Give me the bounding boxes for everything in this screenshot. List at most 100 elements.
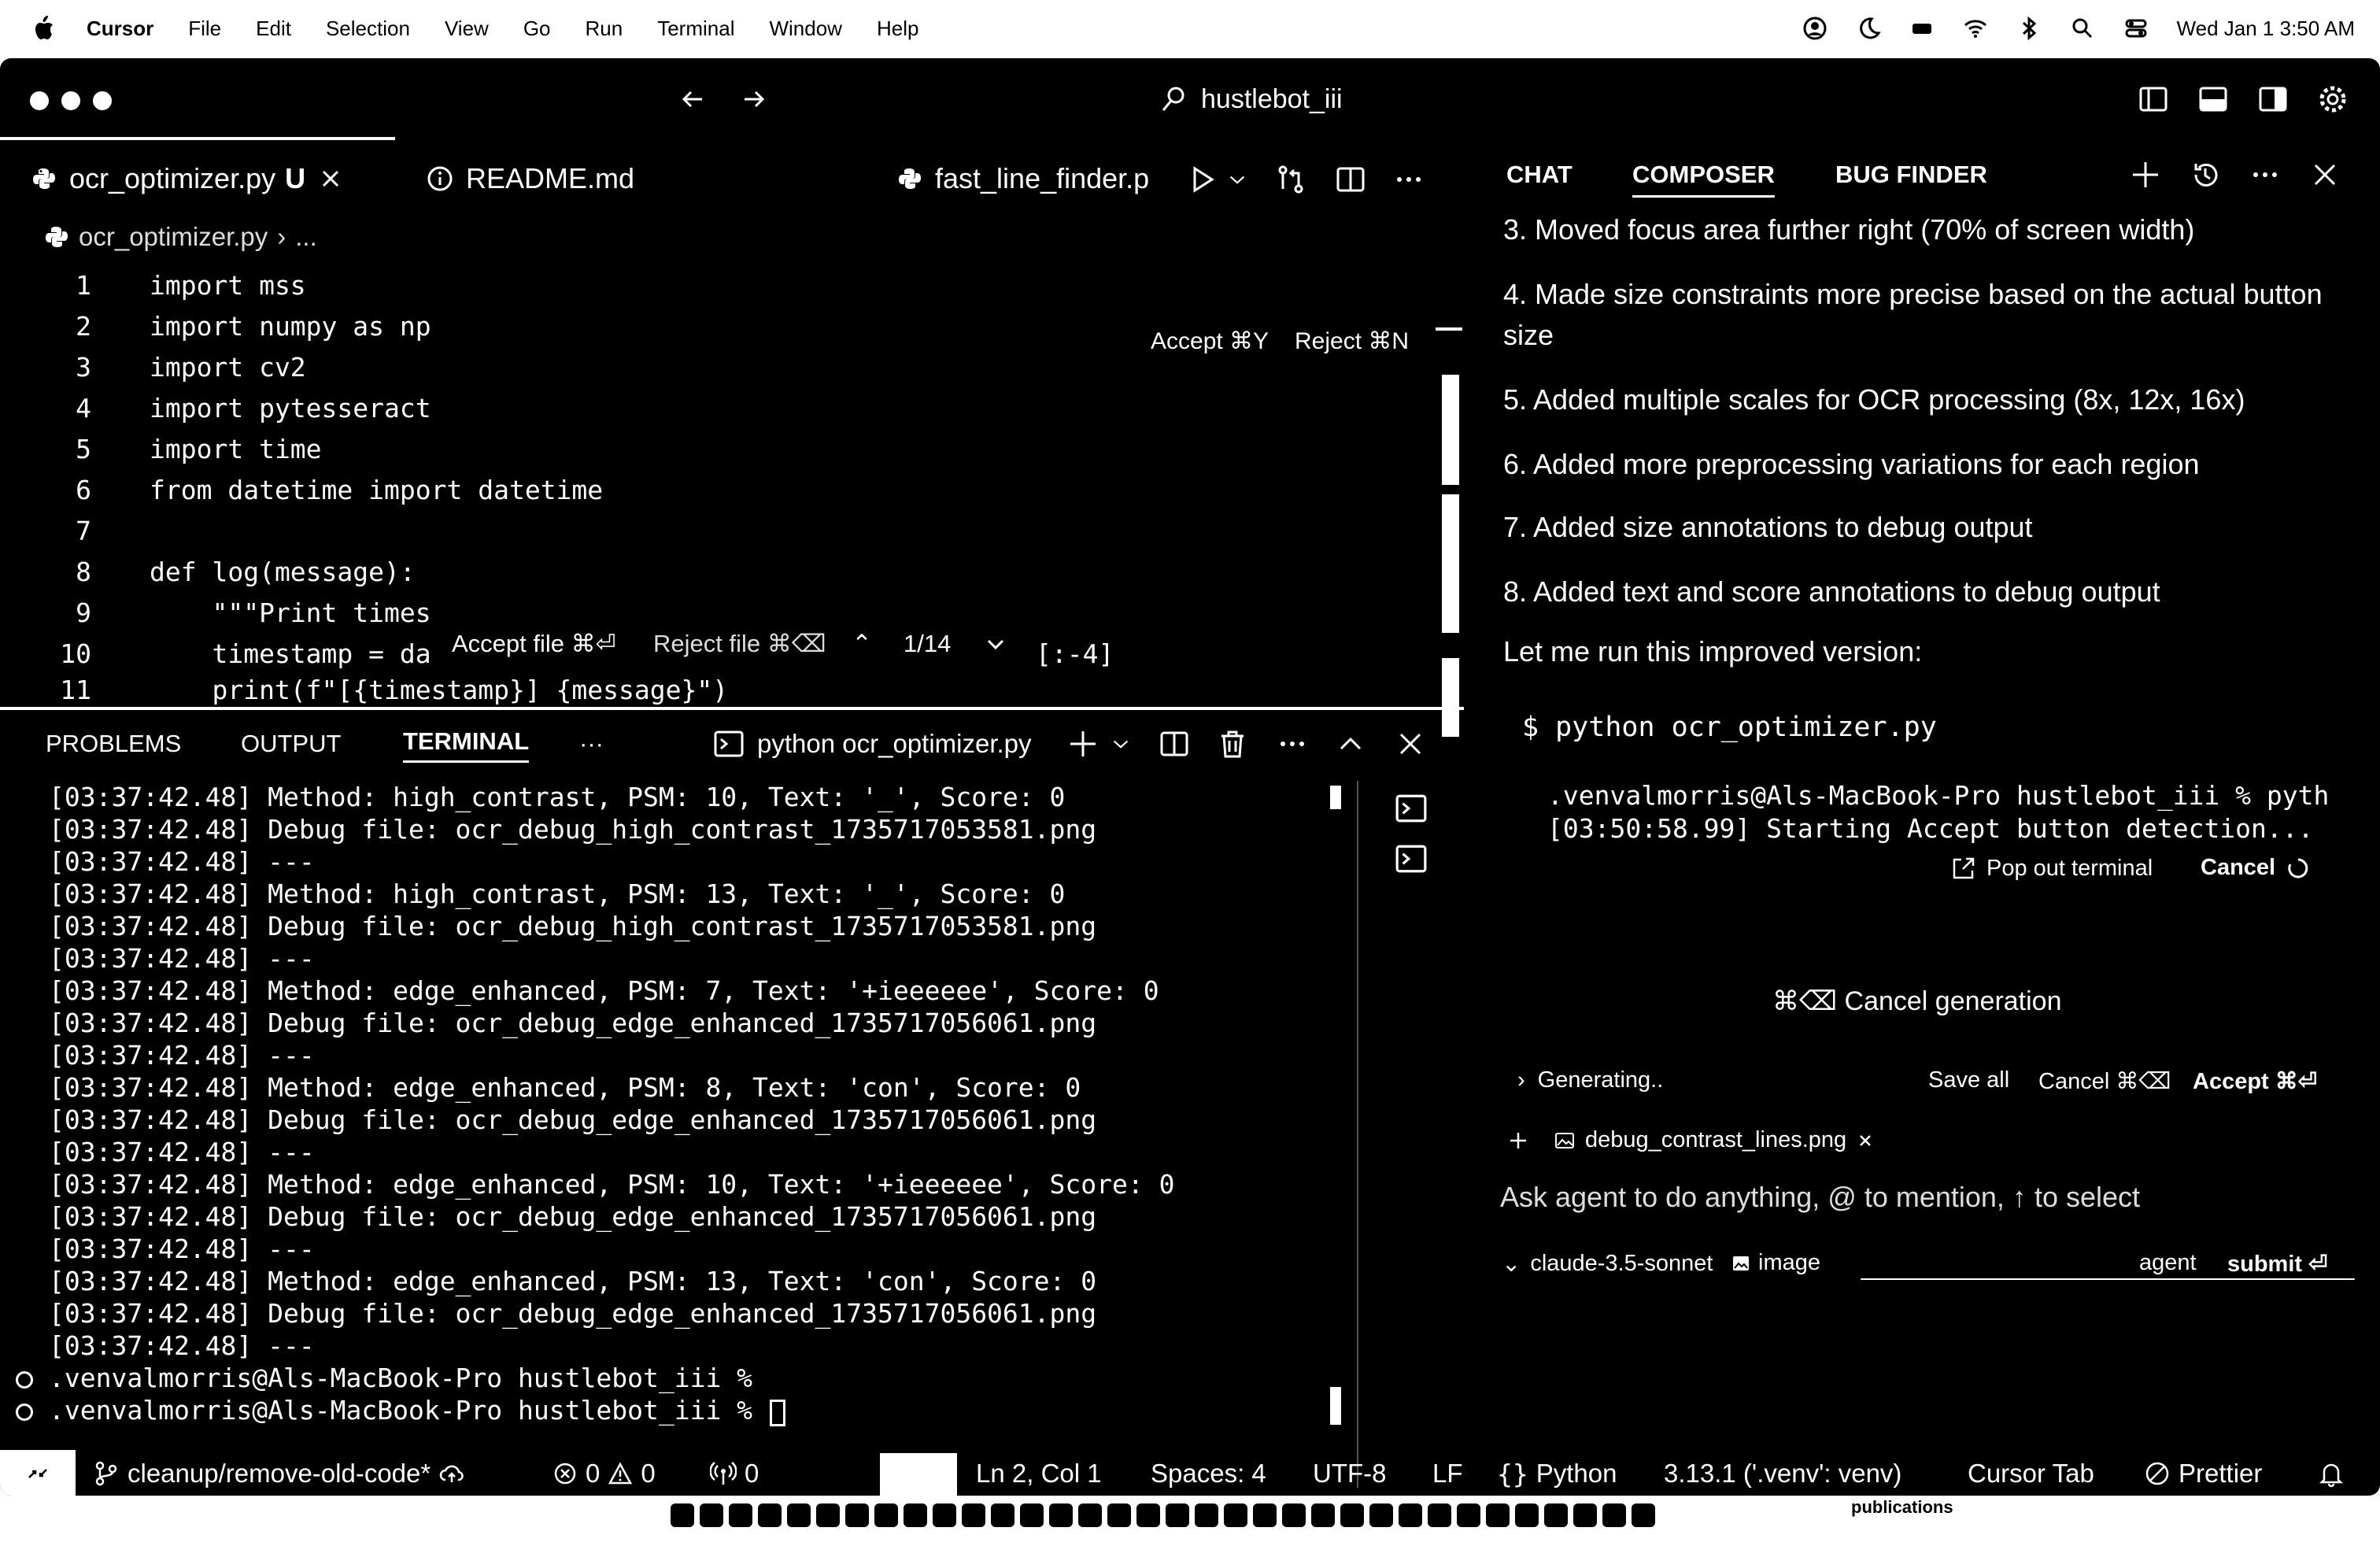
problems-status[interactable]: 0 0 <box>552 1450 656 1496</box>
composer-input[interactable]: Ask agent to do anything, @ to mention, … <box>1500 1181 2140 1214</box>
menu-app[interactable]: Cursor <box>87 17 153 41</box>
terminal-output[interactable]: [03:37:42.48] Method: high_contrast, PSM… <box>0 781 1369 1489</box>
generating-toggle[interactable]: › Generating.. <box>1517 1067 1663 1093</box>
code-line[interactable]: from datetime import datetime <box>150 475 603 505</box>
dock-app-icon[interactable] <box>1544 1503 1568 1527</box>
dock-app-icon[interactable] <box>991 1503 1014 1527</box>
moon-icon[interactable] <box>1856 16 1881 41</box>
tab-bug-finder[interactable]: BUG FINDER <box>1835 161 1987 189</box>
dock-app-icon[interactable] <box>1166 1503 1189 1527</box>
tab-readme[interactable]: README.md <box>427 143 634 214</box>
menu-window[interactable]: Window <box>769 17 841 41</box>
dock-app-icon[interactable] <box>1020 1503 1044 1527</box>
new-terminal-plus-icon[interactable] <box>1067 728 1099 760</box>
dock-app-icon[interactable] <box>1195 1503 1218 1527</box>
dock-app-icon[interactable] <box>1224 1503 1247 1527</box>
run-icon[interactable] <box>1187 164 1218 195</box>
dock-app-icon[interactable] <box>671 1503 694 1527</box>
toggle-sidebar-icon[interactable] <box>2138 83 2169 115</box>
window-zoom-dot[interactable] <box>93 91 112 110</box>
language-mode[interactable]: {} Python <box>1497 1450 1617 1496</box>
dock-app-icon[interactable] <box>1136 1503 1160 1527</box>
more-tabs-icon[interactable]: ··· <box>579 730 604 758</box>
split-terminal-icon[interactable] <box>1159 728 1190 760</box>
code-line[interactable]: import numpy as np <box>150 311 431 342</box>
cancel-all-button[interactable]: Cancel ⌘⌫ <box>2038 1067 2171 1095</box>
code-line[interactable]: def log(message): <box>150 557 416 587</box>
dock-app-icon[interactable] <box>845 1503 869 1527</box>
save-all-button[interactable]: Save all <box>1928 1067 2009 1093</box>
add-context-plus-icon[interactable] <box>1506 1129 1530 1152</box>
model-selector[interactable]: ⌄ claude-3.5-sonnet <box>1502 1250 1713 1278</box>
cursor-position[interactable]: Ln 2, Col 1 <box>976 1450 1102 1496</box>
accept-file-button[interactable]: Accept file ⌘⏎ <box>452 630 616 658</box>
code-editor[interactable]: 1 import mss 2 import numpy as np 3 import … <box>0 264 1464 768</box>
window-minimize-dot[interactable] <box>61 91 80 110</box>
remote-indicator[interactable] <box>0 1450 76 1496</box>
pop-out-terminal-button[interactable]: Pop out terminal <box>1950 855 2153 882</box>
dock-app-icon[interactable] <box>729 1503 752 1527</box>
settings-gear-icon[interactable] <box>2317 83 2349 115</box>
window-close-dot[interactable] <box>30 91 49 110</box>
dock-app-icon[interactable] <box>1253 1503 1277 1527</box>
accept-all-button[interactable]: Accept ⌘⏎ <box>2193 1067 2317 1095</box>
terminal-instance-icon[interactable] <box>1395 792 1428 825</box>
menu-edit[interactable]: Edit <box>256 17 291 41</box>
reject-file-button[interactable]: Reject file ⌘⌫ <box>653 630 826 658</box>
code-line[interactable]: """Print times <box>150 597 431 628</box>
tab-output[interactable]: OUTPUT <box>241 730 341 758</box>
cancel-generation-button[interactable]: ⌘⌫ Cancel generation <box>1772 986 2062 1017</box>
terminal-dropdown-chevron-icon[interactable] <box>1110 733 1132 755</box>
control-center-icon[interactable] <box>2123 16 2149 41</box>
tab-composer[interactable]: COMPOSER <box>1632 161 1775 198</box>
attach-image-button[interactable]: image <box>1731 1250 1820 1276</box>
dock-app-icon[interactable] <box>787 1503 811 1527</box>
code-line[interactable]: import cv2 <box>150 352 306 383</box>
split-editor-icon[interactable] <box>1335 164 1366 195</box>
spotlight-icon[interactable] <box>2070 16 2095 41</box>
clock[interactable]: Wed Jan 1 3:50 AM <box>2177 17 2355 41</box>
bluetooth-icon[interactable] <box>2016 16 2042 41</box>
dock-app-icon[interactable] <box>904 1503 927 1527</box>
terminal-scrollbar-top[interactable] <box>1330 786 1341 809</box>
tab-ocr-optimizer[interactable]: ocr_optimizer.py U <box>31 143 343 214</box>
menu-selection[interactable]: Selection <box>326 17 410 41</box>
more-options-icon[interactable] <box>2249 159 2281 190</box>
more-actions-icon[interactable] <box>1277 728 1308 760</box>
menu-view[interactable]: View <box>445 17 489 41</box>
dock-app-icon[interactable] <box>1107 1503 1131 1527</box>
back-arrow-icon[interactable] <box>677 83 708 115</box>
dock-app-icon[interactable] <box>1340 1503 1364 1527</box>
dock-app-icon[interactable] <box>816 1503 840 1527</box>
new-chat-plus-icon[interactable] <box>2130 159 2161 190</box>
command-search[interactable]: hustlebot_iii <box>1157 77 1343 121</box>
tab-problems[interactable]: PROBLEMS <box>46 730 181 758</box>
menu-go[interactable]: Go <box>523 17 551 41</box>
dock-app-icon[interactable] <box>1049 1503 1073 1527</box>
tab-fast-line-finder[interactable]: fast_line_finder.p <box>897 143 1173 214</box>
dock-app-icon[interactable] <box>1573 1503 1597 1527</box>
dock-app-icon[interactable] <box>758 1503 782 1527</box>
ports-status[interactable]: 0 <box>710 1450 759 1496</box>
menu-terminal[interactable]: Terminal <box>657 17 734 41</box>
toggle-panel-icon[interactable] <box>2197 83 2229 115</box>
dock-app-icon[interactable] <box>1282 1503 1306 1527</box>
more-actions-icon[interactable] <box>1393 164 1425 195</box>
mode-agent-toggle[interactable]: agent <box>2139 1250 2197 1276</box>
chevron-down-icon[interactable] <box>984 632 1007 656</box>
terminal-scrollbar-bottom[interactable] <box>1330 1387 1341 1425</box>
remove-attachment-icon[interactable] <box>1856 1131 1875 1150</box>
compare-changes-icon[interactable] <box>1275 164 1306 195</box>
dock-app-icon[interactable] <box>1428 1503 1451 1527</box>
cancel-run-button[interactable]: Cancel <box>2201 855 2310 881</box>
trash-icon[interactable] <box>1217 728 1248 760</box>
wifi-icon[interactable] <box>1963 16 1988 41</box>
dock-app-icon[interactable] <box>1515 1503 1539 1527</box>
forward-arrow-icon[interactable] <box>738 83 770 115</box>
breadcrumb-file[interactable]: ocr_optimizer.py <box>79 222 268 252</box>
maximize-panel-chevron-up-icon[interactable] <box>1335 728 1366 760</box>
close-tab-icon[interactable] <box>318 166 343 191</box>
branch-status[interactable]: cleanup/remove-old-code* <box>93 1450 465 1496</box>
terminal-instance-icon[interactable] <box>1395 842 1428 875</box>
close-panel-icon[interactable] <box>1395 728 1426 760</box>
